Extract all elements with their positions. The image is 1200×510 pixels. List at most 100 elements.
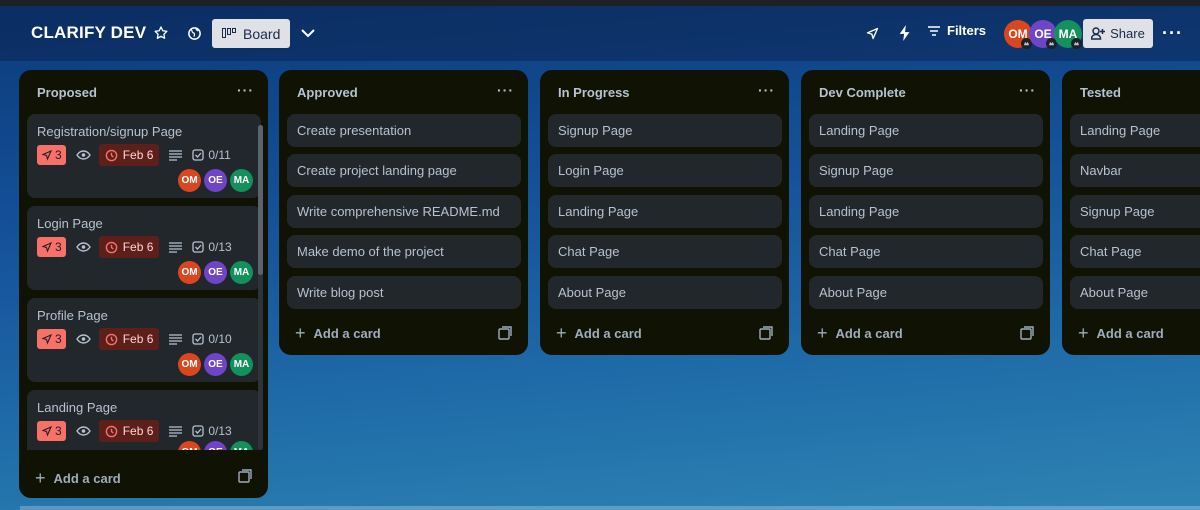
board-horizontal-scrollbar[interactable] <box>20 506 1200 510</box>
clock-icon <box>105 425 117 437</box>
list-title[interactable]: Proposed <box>37 85 97 100</box>
filters-label: Filters <box>947 23 987 38</box>
add-card-button[interactable]: + Add a card <box>817 323 903 344</box>
card-avatar[interactable]: OE <box>204 169 227 192</box>
list-scrollbar-thumb[interactable] <box>258 125 263 275</box>
card-item[interactable]: Chat Page <box>1070 235 1200 268</box>
card-item[interactable]: About Page <box>1070 276 1200 309</box>
rocket-powerups-icon[interactable] <box>862 23 882 43</box>
card-item[interactable]: Login Page <box>548 154 782 187</box>
add-card-button[interactable]: + Add a card <box>295 323 381 344</box>
card-item[interactable]: Landing Page <box>809 195 1043 228</box>
add-card-label: Add a card <box>313 326 381 341</box>
card-avatar[interactable]: MA <box>230 353 253 376</box>
votes-badge: 3 <box>37 145 66 165</box>
more-options-icon[interactable]: ··· <box>1162 23 1183 44</box>
card-profile-page[interactable]: Profile Page 3 Feb 6 0/10 OM OE MA <box>27 298 261 382</box>
share-button[interactable]: Share <box>1083 19 1153 48</box>
board-view-button[interactable]: Board <box>212 19 290 48</box>
card-item[interactable]: Landing Page <box>548 195 782 228</box>
card-template-icon[interactable] <box>759 326 773 340</box>
card-avatar[interactable]: OE <box>204 353 227 376</box>
due-date: Feb 6 <box>122 148 154 162</box>
lightning-automation-icon[interactable] <box>895 23 915 43</box>
due-date: Feb 6 <box>122 240 154 254</box>
description-icon <box>169 241 183 253</box>
list-more-icon[interactable]: ··· <box>758 82 775 98</box>
card-item[interactable]: Create presentation <box>287 114 521 147</box>
card-item[interactable]: Chat Page <box>548 235 782 268</box>
add-card-button[interactable]: + Add a card <box>1078 323 1164 344</box>
list-more-icon[interactable]: ··· <box>497 82 514 98</box>
list-title[interactable]: Approved <box>297 85 358 100</box>
list-header: Approved ··· <box>279 70 528 114</box>
eye-watching-icon <box>75 242 91 252</box>
add-card-button[interactable]: + Add a card <box>556 323 642 344</box>
due-date: Feb 6 <box>122 332 154 346</box>
add-card-button[interactable]: + Add a card <box>35 468 121 489</box>
checklist-badge: 0/11 <box>192 148 231 162</box>
card-item[interactable]: Navbar <box>1070 154 1200 187</box>
checklist-count: 0/10 <box>208 332 232 346</box>
eye-watching-icon <box>75 150 91 160</box>
member-avatar-ma[interactable]: MA <box>1054 20 1082 49</box>
list-header: Proposed ··· <box>19 70 268 114</box>
description-icon <box>169 425 183 437</box>
card-item[interactable]: Create project landing page <box>287 154 521 187</box>
card-item[interactable]: About Page <box>548 276 782 309</box>
card-template-icon[interactable] <box>238 469 252 483</box>
card-item[interactable]: About Page <box>809 276 1043 309</box>
checklist-badge: 0/13 <box>192 424 232 438</box>
card-item[interactable]: Signup Page <box>548 114 782 147</box>
card-template-icon[interactable] <box>498 326 512 340</box>
card-avatar[interactable]: MA <box>230 169 253 192</box>
member-avatar-oe[interactable]: OE <box>1029 20 1057 49</box>
list-header: Tested <box>1062 70 1200 114</box>
list-title[interactable]: Dev Complete <box>819 85 906 100</box>
due-date-badge: Feb 6 <box>98 236 160 258</box>
card-item[interactable]: Make demo of the project <box>287 235 521 268</box>
share-label: Share <box>1110 26 1145 41</box>
card-avatar[interactable]: OM <box>178 353 201 376</box>
card-template-icon[interactable] <box>1020 326 1034 340</box>
list-dev-complete: Dev Complete ··· Landing Page Signup Pag… <box>801 70 1050 355</box>
card-login-page[interactable]: Login Page 3 Feb 6 0/13 OM OE MA <box>27 206 261 290</box>
card-item[interactable]: Write comprehensive README.md <box>287 195 521 228</box>
card-avatar[interactable]: OM <box>178 261 201 284</box>
star-icon[interactable] <box>151 23 171 43</box>
card-avatar[interactable]: OE <box>204 261 227 284</box>
rocket-icon <box>41 425 53 437</box>
card-avatar[interactable]: OM <box>178 441 201 450</box>
card-item[interactable]: Landing Page <box>809 114 1043 147</box>
filters-button[interactable]: Filters <box>928 23 986 38</box>
card-registration-signup[interactable]: Registration/signup Page 3 Feb 6 0/11 OM… <box>27 114 261 198</box>
card-landing-page[interactable]: Landing Page 3 Feb 6 0/13 OM OE MA <box>27 390 261 450</box>
card-item[interactable]: Signup Page <box>1070 195 1200 228</box>
list-header: In Progress ··· <box>540 70 789 114</box>
member-avatar-om[interactable]: OM <box>1004 20 1032 49</box>
card-item[interactable]: Signup Page <box>809 154 1043 187</box>
add-card-label: Add a card <box>835 326 903 341</box>
card-avatar[interactable]: MA <box>230 441 253 450</box>
list-title[interactable]: In Progress <box>558 85 630 100</box>
card-item[interactable]: Chat Page <box>809 235 1043 268</box>
card-members: OM OE MA <box>178 169 253 192</box>
board-title[interactable]: CLARIFY DEV <box>31 23 146 43</box>
card-item[interactable]: Landing Page <box>1070 114 1200 147</box>
votes-count: 3 <box>55 332 62 346</box>
card-avatar[interactable]: OM <box>178 169 201 192</box>
eye-watching-icon <box>75 426 91 436</box>
globe-visibility-icon[interactable] <box>184 23 204 43</box>
card-avatar[interactable]: OE <box>204 441 227 450</box>
rocket-icon <box>41 241 53 253</box>
due-date: Feb 6 <box>122 424 154 438</box>
chevron-down-icon[interactable] <box>298 22 318 44</box>
card-item[interactable]: Write blog post <box>287 276 521 309</box>
card-avatar[interactable]: MA <box>230 261 253 284</box>
list-more-icon[interactable]: ··· <box>237 82 254 98</box>
due-date-badge: Feb 6 <box>98 144 160 166</box>
rocket-icon <box>41 333 53 345</box>
board-header: CLARIFY DEV Board Filters OM OE MA Share… <box>0 6 1200 61</box>
list-more-icon[interactable]: ··· <box>1019 82 1036 98</box>
list-title[interactable]: Tested <box>1080 85 1121 100</box>
